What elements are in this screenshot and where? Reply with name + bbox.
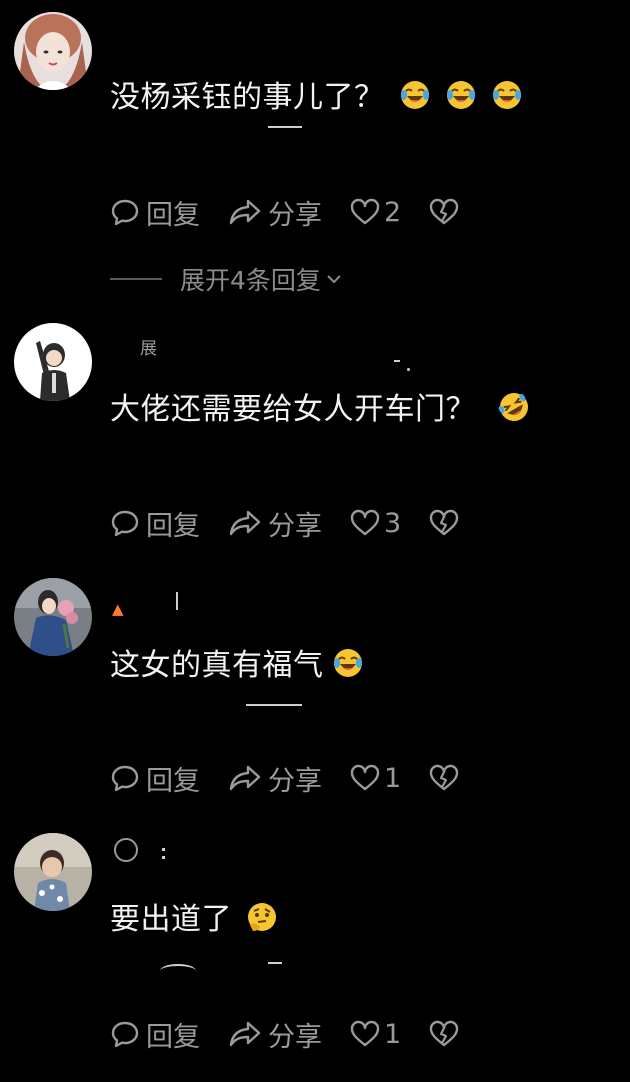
heart-icon	[350, 764, 380, 791]
comment-actions: 回复 分享 1	[110, 758, 459, 798]
avatar[interactable]	[14, 12, 92, 90]
obscured-text-fragment	[176, 592, 178, 610]
reply-label: 回复	[146, 765, 200, 797]
share-icon	[229, 1021, 261, 1047]
comment-actions: 回复 分享 1	[110, 1014, 459, 1054]
reply-label: 回复	[146, 510, 200, 542]
avatar[interactable]	[14, 833, 92, 911]
share-label: 分享	[268, 1021, 322, 1053]
broken-heart-icon	[429, 764, 459, 791]
broken-heart-icon	[429, 198, 459, 225]
dislike-button[interactable]	[429, 198, 459, 226]
share-label: 分享	[268, 510, 322, 542]
share-button[interactable]: 分享	[228, 193, 322, 232]
thinking-emoji-icon	[246, 901, 278, 933]
rolling-laugh-emoji-icon	[498, 391, 530, 423]
reply-icon	[111, 510, 139, 537]
share-button[interactable]: 分享	[228, 504, 322, 543]
reply-label: 回复	[146, 199, 200, 231]
reply-icon	[111, 199, 139, 226]
reply-icon	[111, 765, 139, 792]
comment-text-content: 没杨采钰的事儿了？	[110, 80, 385, 115]
fire-icon: ▲	[112, 600, 124, 618]
like-button[interactable]: 1	[350, 763, 401, 794]
share-icon	[229, 199, 261, 225]
like-count: 1	[384, 762, 402, 794]
reply-button[interactable]: 回复	[110, 759, 200, 798]
like-button[interactable]: 2	[350, 197, 401, 228]
share-button[interactable]: 分享	[228, 759, 322, 798]
comment-text: 要出道了	[110, 900, 278, 940]
chevron-down-icon	[327, 275, 341, 284]
obscured-text-fragment	[162, 848, 165, 851]
comment-text: 大佬还需要给女人开车门？	[110, 390, 530, 430]
obscured-text-fragment	[114, 838, 138, 862]
obscured-text-fragment	[246, 704, 302, 706]
expand-replies-button[interactable]: 展开4条回复	[110, 262, 343, 296]
reply-button[interactable]: 回复	[110, 193, 200, 232]
dislike-button[interactable]	[429, 764, 459, 792]
comment-text: 没杨采钰的事儿了？	[110, 78, 523, 118]
comment-actions: 回复 分享 2	[110, 192, 459, 232]
reply-button[interactable]: 回复	[110, 1015, 200, 1054]
laugh-cry-emoji-icon	[491, 79, 523, 111]
dislike-button[interactable]	[429, 1020, 459, 1048]
share-label: 分享	[268, 765, 322, 797]
share-button[interactable]: 分享	[228, 1015, 322, 1054]
like-count: 1	[384, 1018, 402, 1050]
obscured-text-fragment	[162, 856, 165, 859]
laugh-cry-emoji-icon	[399, 79, 431, 111]
reply-icon	[111, 1021, 139, 1048]
divider-line	[110, 278, 162, 280]
broken-heart-icon	[429, 1020, 459, 1047]
comment-text-content: 要出道了	[110, 902, 232, 937]
obscured-text-fragment	[407, 368, 410, 371]
like-count: 2	[384, 196, 402, 228]
obscured-text-fragment: 展	[140, 339, 157, 359]
obscured-text-fragment	[268, 962, 282, 964]
share-icon	[229, 765, 261, 791]
avatar[interactable]	[14, 578, 92, 656]
like-button[interactable]: 3	[350, 508, 401, 539]
comment-text: 这女的真有福气	[110, 646, 364, 686]
share-label: 分享	[268, 199, 322, 231]
obscured-text-fragment	[268, 126, 302, 128]
obscured-text-fragment	[160, 964, 196, 978]
comment-text-content: 大佬还需要给女人开车门？	[110, 392, 476, 427]
share-icon	[229, 510, 261, 536]
reply-label: 回复	[146, 1021, 200, 1053]
comment-actions: 回复 分享 3	[110, 503, 459, 543]
avatar[interactable]	[14, 323, 92, 401]
obscured-text-fragment	[394, 360, 400, 362]
expand-replies-label: 展开4条回复	[180, 266, 321, 295]
heart-icon	[350, 1020, 380, 1047]
like-button[interactable]: 1	[350, 1019, 401, 1050]
like-count: 3	[384, 507, 402, 539]
heart-icon	[350, 509, 380, 536]
comment-text-content: 这女的真有福气	[110, 648, 324, 683]
laugh-cry-emoji-icon	[332, 647, 364, 679]
reply-button[interactable]: 回复	[110, 504, 200, 543]
heart-icon	[350, 198, 380, 225]
laugh-cry-emoji-icon	[445, 79, 477, 111]
dislike-button[interactable]	[429, 509, 459, 537]
broken-heart-icon	[429, 509, 459, 536]
